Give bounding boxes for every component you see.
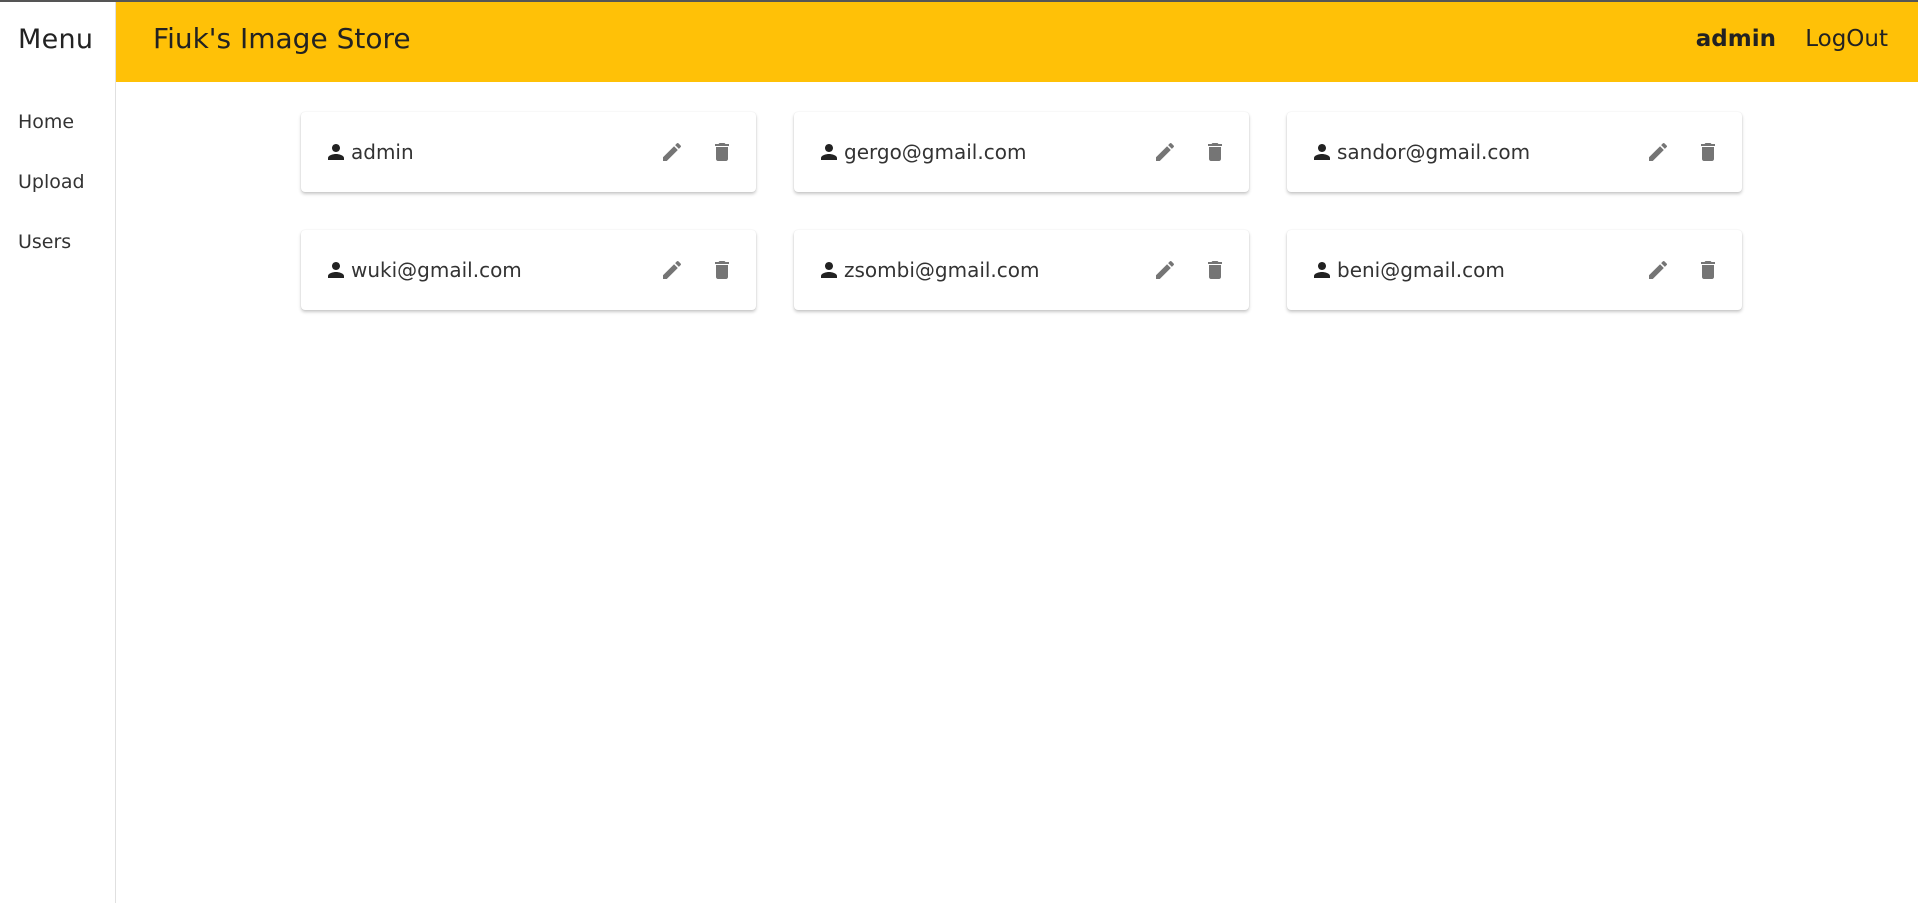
sidebar-title: Menu <box>18 24 94 55</box>
trash-icon <box>715 143 729 161</box>
person-icon <box>324 258 348 282</box>
delete-user-button[interactable] <box>1694 256 1722 284</box>
person-icon <box>817 258 841 282</box>
sidebar-item-home[interactable]: Home <box>0 102 115 162</box>
delete-user-button[interactable] <box>1694 138 1722 166</box>
user-card: wuki@gmail.com <box>301 230 756 310</box>
pencil-icon <box>1649 142 1668 161</box>
sidebar-item-upload[interactable]: Upload <box>0 162 115 222</box>
trash-icon <box>1208 143 1222 161</box>
edit-user-button[interactable] <box>658 256 686 284</box>
user-card: gergo@gmail.com <box>794 112 1249 192</box>
delete-user-button[interactable] <box>1201 138 1229 166</box>
edit-user-button[interactable] <box>1151 138 1179 166</box>
user-card: beni@gmail.com <box>1287 230 1742 310</box>
trash-icon <box>1701 143 1715 161</box>
person-icon <box>1310 258 1334 282</box>
sidebar-item-users[interactable]: Users <box>0 222 115 282</box>
user-email: beni@gmail.com <box>1337 258 1505 282</box>
user-email: gergo@gmail.com <box>844 140 1027 164</box>
pencil-icon <box>1156 142 1175 161</box>
user-card: admin <box>301 112 756 192</box>
person-icon <box>1310 140 1334 164</box>
user-email: admin <box>351 140 414 164</box>
edit-user-button[interactable] <box>1644 138 1672 166</box>
edit-user-button[interactable] <box>658 138 686 166</box>
pencil-icon <box>663 142 682 161</box>
current-user-name: admin <box>1695 26 1776 52</box>
user-list: admin gergo@gmail.com sandor@gmail.com w… <box>301 112 1742 310</box>
app-title: Fiuk's Image Store <box>153 22 411 55</box>
sidebar: Menu Home Upload Users <box>0 2 116 903</box>
user-email: wuki@gmail.com <box>351 258 522 282</box>
user-email: sandor@gmail.com <box>1337 140 1531 164</box>
pencil-icon <box>1156 260 1175 279</box>
person-icon <box>817 140 841 164</box>
user-email: zsombi@gmail.com <box>844 258 1040 282</box>
top-app-bar: Fiuk's Image Store admin LogOut <box>116 2 1918 82</box>
edit-user-button[interactable] <box>1151 256 1179 284</box>
trash-icon <box>715 261 729 279</box>
logout-button[interactable]: LogOut <box>1805 26 1888 52</box>
trash-icon <box>1208 261 1222 279</box>
user-card: zsombi@gmail.com <box>794 230 1249 310</box>
delete-user-button[interactable] <box>708 138 736 166</box>
user-card: sandor@gmail.com <box>1287 112 1742 192</box>
person-icon <box>324 140 348 164</box>
sidebar-nav: Home Upload Users <box>0 102 115 282</box>
delete-user-button[interactable] <box>1201 256 1229 284</box>
delete-user-button[interactable] <box>708 256 736 284</box>
pencil-icon <box>663 260 682 279</box>
trash-icon <box>1701 261 1715 279</box>
pencil-icon <box>1649 260 1668 279</box>
edit-user-button[interactable] <box>1644 256 1672 284</box>
